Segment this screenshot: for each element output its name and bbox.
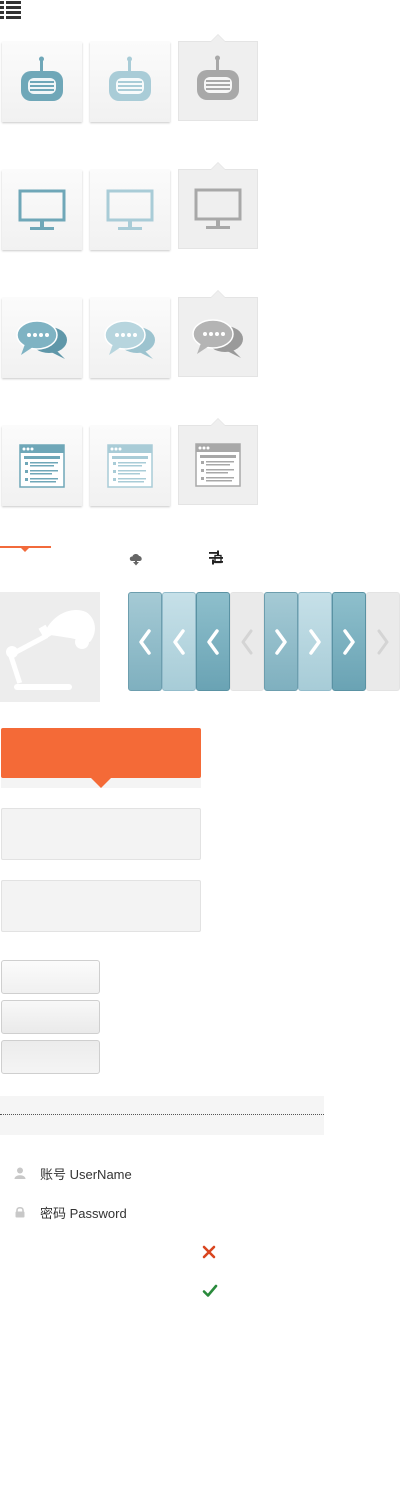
list-icon[interactable] — [0, 0, 22, 20]
browser-window-icon — [107, 444, 153, 488]
chevron-right-icon — [275, 628, 287, 655]
prev-arrow-normal[interactable] — [128, 592, 162, 691]
chevron-right-icon — [343, 628, 355, 655]
username-row[interactable]: 账号 UserName — [14, 1163, 132, 1183]
browser-window-icon — [19, 444, 65, 488]
chevron-left-icon — [207, 628, 219, 655]
blank-button-pressed[interactable] — [1, 1040, 100, 1074]
blank-button-normal[interactable] — [1, 960, 100, 994]
next-arrow-normal[interactable] — [264, 592, 298, 691]
monitor-icon — [18, 189, 66, 230]
prev-arrow-hover[interactable] — [162, 592, 196, 691]
radio-icon — [109, 56, 151, 101]
large-input-field-focus[interactable] — [1, 880, 201, 932]
active-tab-pointer — [21, 548, 29, 552]
chat-bubbles-icon — [104, 320, 155, 359]
chat-bubbles-icon — [192, 319, 243, 358]
chat-tile-light[interactable] — [90, 298, 170, 378]
header-bar-notch — [90, 777, 112, 788]
radio-tile-normal[interactable] — [2, 42, 82, 122]
desk-lamp-illustration — [0, 592, 100, 702]
radio-icon — [197, 55, 239, 100]
monitor-icon — [106, 189, 154, 230]
password-row[interactable]: 密码 Password — [14, 1202, 127, 1222]
chevron-left-icon — [139, 628, 151, 655]
chevron-right-icon — [377, 629, 389, 654]
chat-tile-normal[interactable] — [2, 298, 82, 378]
cloud-download-icon[interactable] — [128, 551, 144, 567]
prev-arrow-disabled[interactable] — [230, 592, 264, 691]
username-label: 账号 UserName — [40, 1166, 132, 1182]
monitor-icon — [194, 188, 242, 229]
dotted-line — [0, 1114, 324, 1115]
dotted-divider-bar — [0, 1096, 324, 1135]
chat-tile-active[interactable] — [178, 290, 258, 377]
success-check-icon — [202, 1284, 218, 1297]
browser-tile-light[interactable] — [90, 426, 170, 506]
monitor-tile-light[interactable] — [90, 170, 170, 250]
chevron-left-icon — [241, 629, 253, 654]
browser-tile-normal[interactable] — [2, 426, 82, 506]
next-arrow-hover[interactable] — [298, 592, 332, 691]
error-x-icon — [202, 1245, 216, 1259]
radio-icon — [21, 56, 63, 101]
user-icon — [14, 1167, 26, 1179]
settings-sliders-icon[interactable] — [208, 550, 224, 566]
lock-icon — [15, 1206, 25, 1218]
chevron-right-icon — [309, 628, 321, 655]
monitor-tile-active[interactable] — [178, 162, 258, 249]
next-arrow-pressed[interactable] — [332, 592, 366, 691]
browser-tile-active[interactable] — [178, 418, 258, 505]
browser-window-icon — [195, 443, 241, 487]
monitor-tile-normal[interactable] — [2, 170, 82, 250]
next-arrow-disabled[interactable] — [366, 592, 400, 691]
large-input-field[interactable] — [1, 808, 201, 860]
orange-header-bar — [1, 728, 201, 778]
prev-arrow-pressed[interactable] — [196, 592, 230, 691]
chat-bubbles-icon — [16, 320, 67, 359]
chevron-left-icon — [173, 628, 185, 655]
radio-tile-active[interactable] — [178, 34, 258, 121]
radio-tile-light[interactable] — [90, 42, 170, 122]
blank-button-hover[interactable] — [1, 1000, 100, 1034]
password-label: 密码 Password — [40, 1205, 127, 1221]
desk-lamp-icon — [6, 610, 95, 690]
